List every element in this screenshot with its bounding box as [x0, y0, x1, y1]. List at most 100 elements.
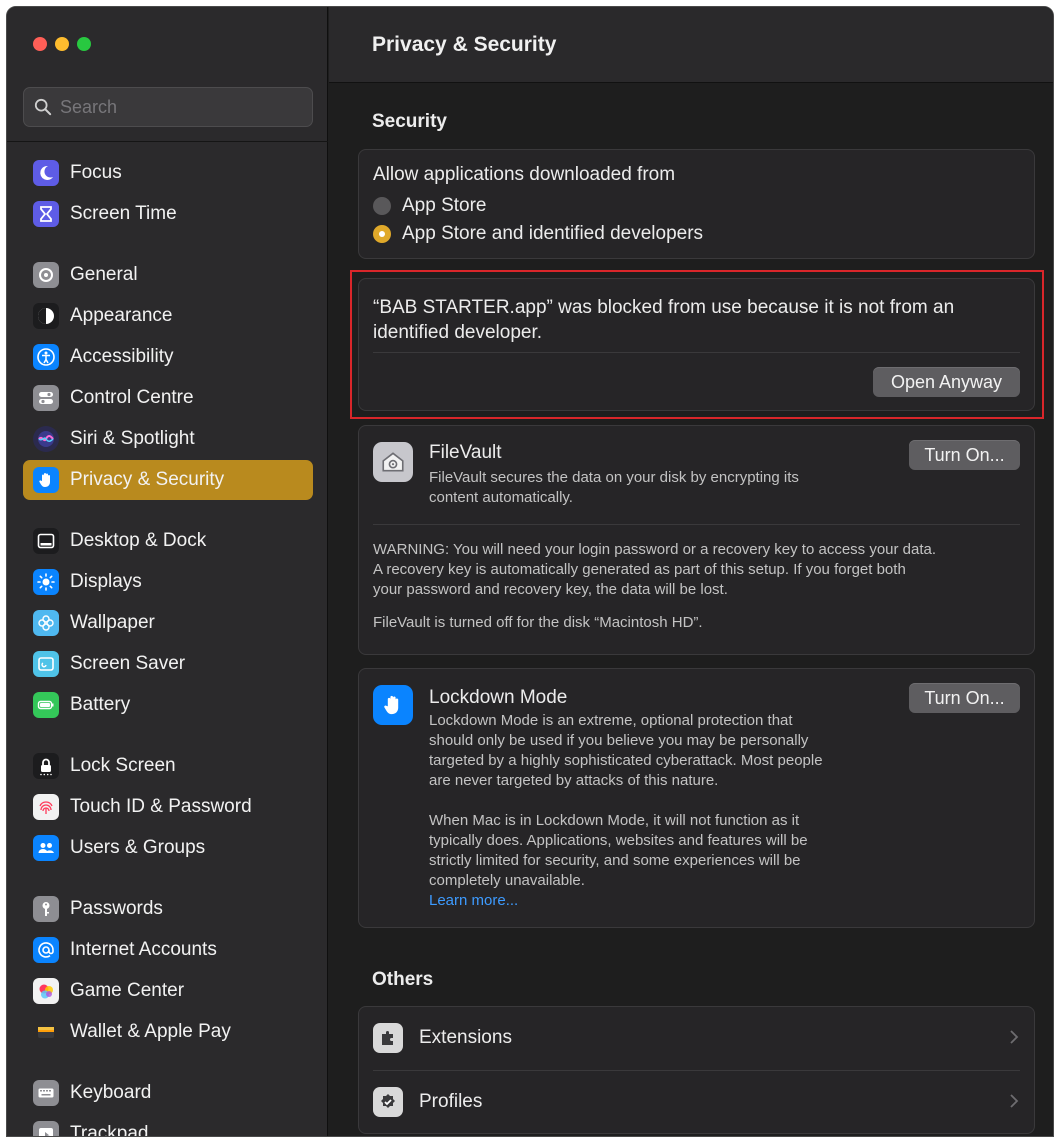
sidebar-item-keyboard[interactable]: Keyboard [23, 1073, 313, 1113]
sidebar-item-wallpaper[interactable]: Wallpaper [23, 603, 313, 643]
siri-icon [33, 426, 59, 452]
sidebar-item-lock-screen[interactable]: Lock Screen [23, 746, 313, 786]
hand-icon [373, 685, 413, 725]
sidebar-item-label: Keyboard [70, 1082, 152, 1103]
chevron-right-icon [1010, 1030, 1019, 1044]
sidebar-item-touch-id-password[interactable]: Touch ID & Password [23, 787, 313, 827]
search-input[interactable] [60, 96, 290, 118]
sidebar-item-battery[interactable]: Battery [23, 685, 313, 725]
sidebar-item-users-groups[interactable]: Users & Groups [23, 828, 313, 868]
sidebar-item-control-centre[interactable]: Control Centre [23, 378, 313, 418]
radio-button-selected[interactable] [373, 225, 391, 243]
sidebar-item-passwords[interactable]: Passwords [23, 889, 313, 929]
filevault-status: FileVault is turned off for the disk “Ma… [373, 614, 703, 631]
sidebar-item-label: Displays [70, 571, 142, 592]
others-row-extensions[interactable]: Extensions [359, 1007, 1034, 1069]
zoom-window-button[interactable] [77, 37, 91, 51]
sidebar-item-displays[interactable]: Displays [23, 562, 313, 602]
section-heading-security: Security [372, 111, 447, 132]
sidebar-item-appearance[interactable]: Appearance [23, 296, 313, 336]
sidebar-item-label: Focus [70, 162, 122, 183]
description-line: typically does. Applications, websites a… [429, 832, 808, 849]
row-label: Profiles [419, 1091, 483, 1112]
radio-app-store[interactable]: App Store [373, 195, 487, 217]
filevault-card: FileVault FileVault secures the data on … [358, 425, 1035, 655]
allow-apps-label: Allow applications downloaded from [373, 164, 676, 185]
sidebar-item-focus[interactable]: Focus [23, 153, 313, 193]
flower-icon [33, 610, 59, 636]
description-line: Lockdown Mode is an extreme, optional pr… [429, 712, 793, 729]
radio-label: App Store [402, 195, 487, 216]
fingerprint-icon [33, 794, 59, 820]
lockdown-turn-on-button[interactable]: Turn On... [909, 683, 1020, 713]
lockdown-description: Lockdown Mode is an extreme, optional pr… [429, 711, 823, 911]
row-label: Extensions [419, 1027, 512, 1048]
sidebar-item-label: Screen Saver [70, 653, 186, 674]
sidebar-item-privacy-security[interactable]: Privacy & Security [23, 460, 313, 500]
battery-icon [33, 692, 59, 718]
key-icon [33, 896, 59, 922]
others-card: Extensions Profiles [358, 1006, 1035, 1134]
warning-line: your password and recovery key, the data… [373, 581, 728, 598]
sidebar-item-label: Control Centre [70, 387, 194, 408]
sidebar-item-internet-accounts[interactable]: Internet Accounts [23, 930, 313, 970]
sidebar-item-label: Appearance [70, 305, 173, 326]
sidebar-item-screen-saver[interactable]: Screen Saver [23, 644, 313, 684]
screen-saver-icon [33, 651, 59, 677]
sidebar-item-wallet-apple-pay[interactable]: Wallet & Apple Pay [23, 1012, 313, 1052]
search-field[interactable] [23, 87, 313, 127]
wallet-icon [33, 1019, 59, 1045]
lock-icon [33, 753, 59, 779]
divider [373, 524, 1020, 525]
filevault-turn-on-button[interactable]: Turn On... [909, 440, 1020, 470]
users-icon [33, 835, 59, 861]
trackpad-icon [33, 1121, 59, 1136]
sidebar-item-desktop-dock[interactable]: Desktop & Dock [23, 521, 313, 561]
description-line: completely unavailable. [429, 872, 585, 889]
moon-icon [33, 160, 59, 186]
sidebar-item-label: Accessibility [70, 346, 174, 367]
sidebar-item-screen-time[interactable]: Screen Time [23, 194, 313, 234]
appearance-icon [33, 303, 59, 329]
gear-icon [33, 262, 59, 288]
sidebar-item-trackpad[interactable]: Trackpad [23, 1114, 313, 1137]
radio-label: App Store and identified developers [402, 223, 704, 244]
sidebar-item-label: Touch ID & Password [70, 796, 252, 817]
description-line: content automatically. [429, 489, 573, 506]
sidebar-item-game-center[interactable]: Game Center [23, 971, 313, 1011]
settings-window: Focus Screen Time General Appearance [6, 6, 1054, 1137]
allow-apps-card: Allow applications downloaded from App S… [358, 149, 1035, 259]
title-bar: Privacy & Security [329, 7, 1053, 83]
sidebar-item-label: General [70, 264, 138, 285]
radio-button[interactable] [373, 197, 391, 215]
sidebar-item-label: Privacy & Security [70, 469, 225, 490]
lockdown-title: Lockdown Mode [429, 687, 568, 708]
chevron-right-icon [1010, 1094, 1019, 1108]
filevault-title: FileVault [429, 442, 502, 463]
learn-more-link[interactable]: Learn more... [429, 891, 823, 911]
at-icon [33, 937, 59, 963]
hand-icon [33, 467, 59, 493]
description-line: strictly limited for security, and some … [429, 852, 801, 869]
close-window-button[interactable] [33, 37, 47, 51]
control-centre-icon [33, 385, 59, 411]
sun-icon [33, 569, 59, 595]
sidebar-item-label: Trackpad [70, 1123, 149, 1137]
radio-app-store-identified[interactable]: App Store and identified developers [373, 223, 703, 245]
highlight-annotation-box [350, 270, 1044, 419]
sidebar-item-label: Game Center [70, 980, 185, 1001]
main-content: Privacy & Security Security Allow applic… [329, 7, 1053, 1136]
warning-line: WARNING: You will need your login passwo… [373, 541, 937, 558]
sidebar-item-label: Passwords [70, 898, 163, 919]
sidebar-item-siri-spotlight[interactable]: Siri & Spotlight [23, 419, 313, 459]
minimize-window-button[interactable] [55, 37, 69, 51]
sidebar-item-label: Internet Accounts [70, 939, 217, 960]
sidebar-item-label: Users & Groups [70, 837, 206, 858]
others-row-profiles[interactable]: Profiles [359, 1071, 1034, 1133]
sidebar-item-general[interactable]: General [23, 255, 313, 295]
sidebar-item-label: Battery [70, 694, 131, 715]
search-icon [34, 98, 52, 116]
sidebar-item-label: Desktop & Dock [70, 530, 207, 551]
sidebar-item-accessibility[interactable]: Accessibility [23, 337, 313, 377]
filevault-description: FileVault secures the data on your disk … [429, 468, 799, 508]
